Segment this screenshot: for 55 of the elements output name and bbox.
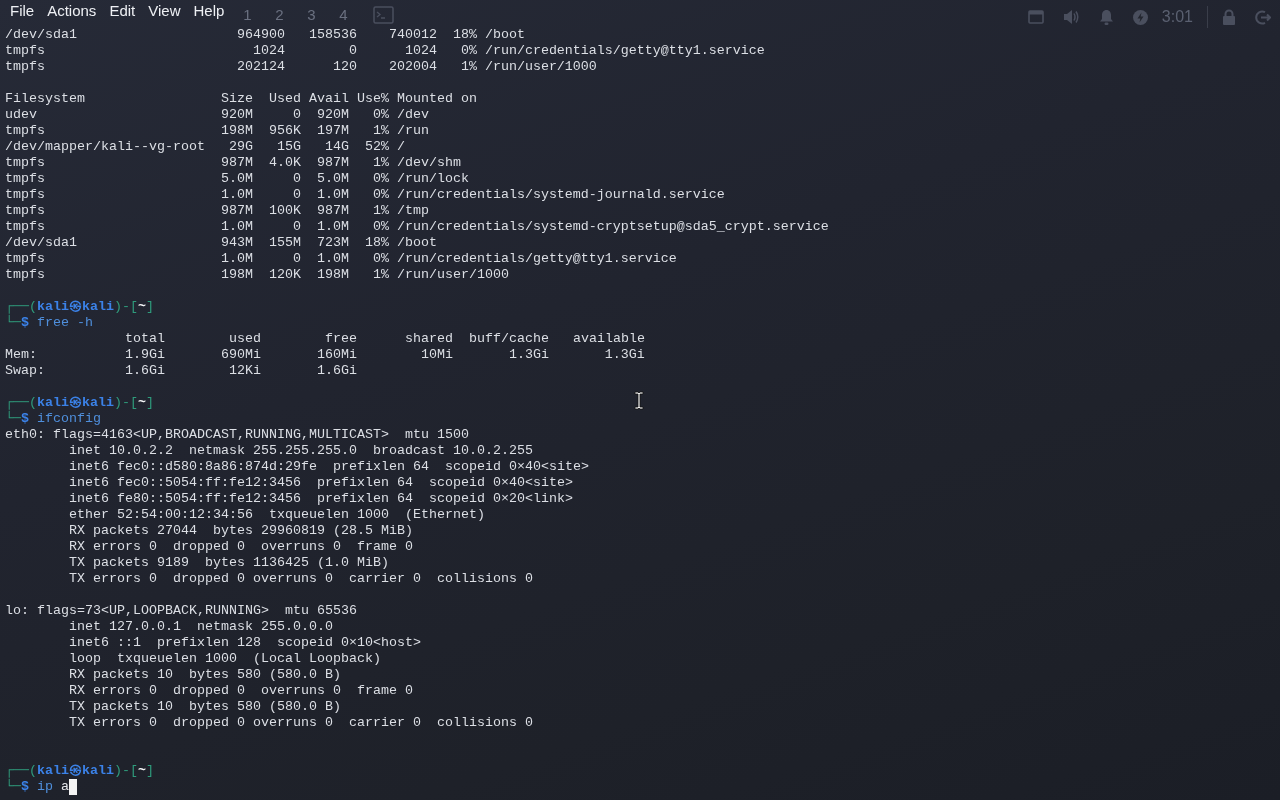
- output-line: RX packets 10 bytes 580 (580.0 B): [69, 667, 341, 683]
- output-line: total used free shared buff/cache available: [125, 331, 645, 347]
- output-line: inet6 ::1 prefixlen 128 scopeid 0×10<host>: [69, 635, 421, 651]
- menu-item[interactable]: Actions: [47, 0, 97, 21]
- command-line: └─$ free -h: [5, 315, 93, 331]
- text-cursor-icon: [634, 391, 644, 410]
- output-line: tmpfs 1024 0 1024 0% /run/credentials/getty@tty1.service: [5, 43, 765, 59]
- output-line: tmpfs 987M 100K 987M 1% /tmp: [5, 203, 429, 219]
- output-line: inet6 fec0::5054:ff:fe12:3456 prefixlen 64 scopeid 0×40<site>: [69, 475, 573, 491]
- output-line: /dev/mapper/kali--vg-root 29G 15G 14G 52% /: [5, 139, 405, 155]
- window-icon[interactable]: [1027, 10, 1044, 24]
- output-line: TX packets 9189 bytes 1136425 (1.0 MiB): [69, 555, 389, 571]
- menu-item[interactable]: View: [148, 0, 181, 21]
- output-line: /dev/sda1 943M 155M 723M 18% /boot: [5, 235, 437, 251]
- output-line: tmpfs 198M 120K 198M 1% /run/user/1000: [5, 267, 509, 283]
- output-line: Filesystem Size Used Avail Use% Mounted on: [5, 91, 477, 107]
- output-line: tmpfs 1.0M 0 1.0M 0% /run/credentials/getty@tty1.service: [5, 251, 677, 267]
- speaker-icon[interactable]: [1062, 9, 1080, 25]
- output-line: RX packets 27044 bytes 29960819 (28.5 MiB): [69, 523, 413, 539]
- output-line: loop txqueuelen 1000 (Local Loopback): [69, 651, 381, 667]
- menu-item[interactable]: Edit: [109, 0, 136, 21]
- output-line: tmpfs 987M 4.0K 987M 1% /dev/shm: [5, 155, 461, 171]
- command-line: └─$ ifconfig: [5, 411, 101, 427]
- lightning-icon[interactable]: [1132, 9, 1148, 25]
- output-line: TX errors 0 dropped 0 overruns 0 carrier 0 collisions 0: [69, 715, 533, 731]
- output-line: TX errors 0 dropped 0 overruns 0 carrier 0 collisions 0: [69, 571, 533, 587]
- output-line: RX errors 0 dropped 0 overruns 0 frame 0: [69, 539, 413, 555]
- output-line: TX packets 10 bytes 580 (580.0 B): [69, 699, 341, 715]
- output-line: tmpfs 1.0M 0 1.0M 0% /run/credentials/systemd-journald.service: [5, 187, 725, 203]
- output-line: Swap: 1.6Gi 12Ki 1.6Gi: [5, 363, 357, 379]
- menu-item[interactable]: File: [10, 0, 35, 21]
- command-line: └─$ ip a: [5, 779, 69, 795]
- menu-item[interactable]: Help: [193, 0, 225, 21]
- output-line: /dev/sda1 964900 158536 740012 18% /boot: [5, 27, 525, 43]
- output-line: inet 10.0.2.2 netmask 255.255.255.0 broadcast 10.0.2.255: [69, 443, 533, 459]
- output-line: tmpfs 198M 956K 197M 1% /run: [5, 123, 429, 139]
- output-line: eth0: flags=4163<UP,BROADCAST,RUNNING,MULTICAST> mtu 1500: [5, 427, 469, 443]
- prompt-line: ┌──(kali㉿kali)-[~]: [5, 395, 154, 411]
- output-line: Mem: 1.9Gi 690Mi 160Mi 10Mi 1.3Gi 1.3Gi: [5, 347, 645, 363]
- output-line: ether 52:54:00:12:34:56 txqueuelen 1000 (Ethernet): [69, 507, 485, 523]
- output-line: inet6 fe80::5054:ff:fe12:3456 prefixlen 64 scopeid 0×20<link>: [69, 491, 573, 507]
- output-line: inet6 fec0::d580:8a86:874d:29fe prefixlen 64 scopeid 0×40<site>: [69, 459, 589, 475]
- terminal-icon[interactable]: [373, 6, 395, 24]
- bell-icon[interactable]: [1098, 9, 1114, 25]
- output-line: tmpfs 5.0M 0 5.0M 0% /run/lock: [5, 171, 469, 187]
- logout-icon[interactable]: [1255, 9, 1271, 25]
- prompt-line: ┌──(kali㉿kali)-[~]: [5, 763, 154, 779]
- output-line: tmpfs 202124 120 202004 1% /run/user/1000: [5, 59, 597, 75]
- lock-icon[interactable]: [1222, 9, 1236, 25]
- output-line: udev 920M 0 920M 0% /dev: [5, 107, 429, 123]
- prompt-line: ┌──(kali㉿kali)-[~]: [5, 299, 154, 315]
- output-line: RX errors 0 dropped 0 overruns 0 frame 0: [69, 683, 413, 699]
- output-line: lo: flags=73<UP,LOOPBACK,RUNNING> mtu 65536: [5, 603, 357, 619]
- output-line: tmpfs 1.0M 0 1.0M 0% /run/credentials/systemd-cryptsetup@sda5_crypt.service: [5, 219, 829, 235]
- output-line: inet 127.0.0.1 netmask 255.0.0.0: [69, 619, 333, 635]
